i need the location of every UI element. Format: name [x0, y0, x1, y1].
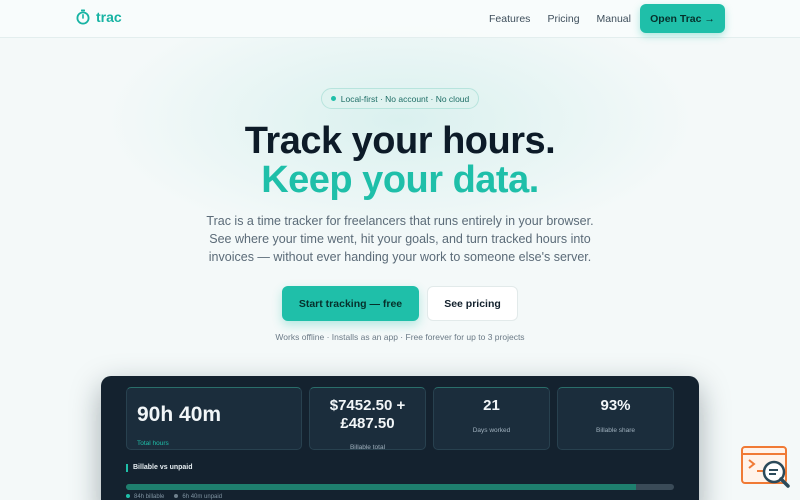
billable-vs-unpaid-title: Billable vs unpaid — [126, 464, 193, 472]
stat-value: 21 — [483, 397, 500, 414]
stat-label: Billable share — [595, 427, 636, 434]
brand-logo[interactable]: trac — [76, 9, 122, 25]
start-tracking-button[interactable]: Start tracking — free — [282, 286, 419, 321]
see-pricing-button[interactable]: See pricing — [427, 286, 518, 321]
stat-card-billable-share: 93% Billable share — [557, 387, 674, 450]
brand-name: trac — [96, 9, 122, 25]
nav-link-pricing[interactable]: Pricing — [547, 13, 579, 25]
billable-progress-fill — [126, 484, 636, 490]
nav-link-manual[interactable]: Manual — [597, 13, 631, 25]
stat-value: 90h 40m — [137, 403, 222, 426]
dashboard-preview: 90h 40m Total hours $7452.50 + £487.50 B… — [101, 376, 699, 500]
feature-pill: Local-first · No account · No cloud — [321, 88, 479, 109]
stat-value: $7452.50 + £487.50 — [329, 397, 406, 432]
open-trac-button[interactable]: Open Trac → — [640, 4, 725, 33]
pill-text: Local-first · No account · No cloud — [340, 93, 470, 104]
stat-label: Total hours — [137, 440, 169, 447]
billable-progress-bar — [126, 484, 674, 490]
headline-primary: Track your hours. — [244, 120, 556, 162]
stopwatch-icon — [76, 9, 90, 25]
billable-legend: 84h billable 6h 40m unpaid — [126, 494, 222, 500]
legend-item-billable: 84h billable — [126, 494, 164, 500]
hero-description: Trac is a time tracker for freelancers t… — [206, 214, 594, 264]
hero-footnote: Works offline · Installs as an app · Fre… — [275, 332, 525, 342]
nav-links: Features Pricing Manual — [489, 13, 631, 25]
nav-link-features[interactable]: Features — [489, 13, 530, 25]
stat-card-days-worked: 21 Days worked — [433, 387, 550, 450]
legend-item-unpaid: 6h 40m unpaid — [174, 494, 222, 500]
stat-label: Billable total — [349, 444, 386, 451]
top-nav: trac Features Pricing Manual Open Trac → — [0, 0, 800, 38]
search-document-icon[interactable] — [741, 446, 791, 490]
stat-card-billable-total: $7452.50 + £487.50 Billable total — [309, 387, 426, 451]
stat-label: Days worked — [472, 427, 511, 434]
headline-accent: Keep your data. — [261, 159, 539, 201]
pill-dot — [330, 96, 336, 101]
stat-value: 93% — [600, 397, 631, 414]
stat-card-total-hours: 90h 40m Total hours — [126, 387, 302, 450]
